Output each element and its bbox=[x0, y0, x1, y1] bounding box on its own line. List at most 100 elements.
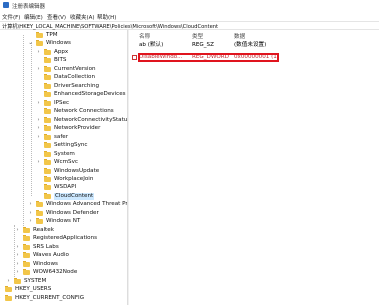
value-type: REG_SZ bbox=[192, 42, 214, 48]
tree-item-label: Appx bbox=[54, 48, 69, 55]
folder-icon bbox=[5, 294, 12, 301]
folder-icon bbox=[44, 74, 51, 81]
tree-item-label: SRS Labs bbox=[33, 243, 59, 250]
tree-item-label: NetworkProvider bbox=[54, 125, 101, 132]
tree-item-label: safer bbox=[54, 133, 69, 140]
folder-icon bbox=[44, 175, 51, 182]
tree-item-label: CloudContent bbox=[54, 192, 95, 200]
folder-icon bbox=[5, 286, 12, 293]
chevron-right-icon[interactable]: › bbox=[36, 117, 41, 124]
folder-icon bbox=[44, 82, 51, 89]
value-row[interactable]: ab (默认) REG_SZ (数值未设置) bbox=[130, 42, 379, 49]
chevron-right-icon[interactable]: › bbox=[36, 159, 41, 166]
values-pane[interactable]: 名称 类型 数据 ab (默认) REG_SZ (数值未设置) DisableW… bbox=[130, 30, 379, 305]
folder-icon bbox=[44, 91, 51, 98]
chevron-right-icon[interactable]: › bbox=[36, 66, 41, 73]
tree-item-label: BITS bbox=[54, 57, 67, 64]
tree-item-label: IPSec bbox=[54, 99, 70, 106]
chevron-right-icon[interactable]: › bbox=[15, 261, 20, 268]
chevron-right-icon[interactable]: › bbox=[28, 218, 33, 225]
chevron-right-icon[interactable]: › bbox=[0, 295, 2, 302]
tree-item-label: WSDAPI bbox=[54, 184, 77, 191]
tree-item-label: System bbox=[54, 150, 75, 157]
folder-icon bbox=[44, 48, 51, 55]
folder-icon bbox=[14, 277, 21, 284]
chevron-right-icon[interactable]: › bbox=[6, 278, 11, 285]
tree-item-label: WOW6432Node bbox=[33, 269, 78, 276]
folder-icon bbox=[44, 125, 51, 132]
chevron-right-icon[interactable]: › bbox=[15, 269, 20, 276]
menu-edit[interactable]: 编辑(E) bbox=[24, 13, 43, 21]
tree-guide-line bbox=[23, 35, 24, 230]
chevron-down-icon[interactable]: ⌄ bbox=[28, 40, 33, 47]
folder-icon bbox=[44, 57, 51, 64]
menu-favorites[interactable]: 收藏夹(A) bbox=[70, 13, 95, 21]
tree-guide-line bbox=[31, 42, 32, 196]
tree-item-label: WcmSvc bbox=[54, 159, 78, 166]
window-title: 注册表编辑器 bbox=[12, 4, 46, 10]
folder-icon bbox=[44, 150, 51, 157]
chevron-right-icon[interactable]: › bbox=[28, 201, 33, 208]
address-path[interactable]: 计算机\HKEY_LOCAL_MACHINE\SOFTWARE\Policies… bbox=[2, 23, 218, 30]
tree-item-label: WorkplaceJoin bbox=[54, 175, 94, 182]
key-tree-pane[interactable]: TPM ⌄ Windows › Appx BITS › CurrentVersion DataC… bbox=[0, 30, 127, 305]
column-header-data[interactable]: 数据 bbox=[234, 32, 245, 40]
folder-icon bbox=[44, 65, 51, 72]
pane-splitter[interactable] bbox=[127, 30, 129, 305]
folder-icon bbox=[36, 218, 43, 225]
tree-item-label: DriverSearching bbox=[54, 82, 100, 89]
tree-item-label: HKEY_USERS bbox=[15, 286, 52, 293]
tree-item-label: RegisteredApplications bbox=[33, 235, 98, 242]
tree-item-label: SYSTEM bbox=[24, 277, 47, 284]
tree-item-label: Realtek bbox=[33, 226, 54, 233]
chevron-right-icon[interactable]: › bbox=[15, 227, 20, 234]
address-bar[interactable]: 计算机\HKEY_LOCAL_MACHINE\SOFTWARE\Policies… bbox=[0, 21, 379, 30]
folder-icon bbox=[23, 235, 30, 242]
folder-icon bbox=[44, 167, 51, 174]
menu-view[interactable]: 查看(V) bbox=[47, 13, 66, 21]
folder-icon bbox=[44, 116, 51, 123]
menu-bar: 文件(F) 编辑(E) 查看(V) 收藏夹(A) 帮助(H) bbox=[0, 12, 379, 21]
column-header-name[interactable]: 名称 bbox=[139, 32, 150, 40]
chevron-right-icon[interactable]: › bbox=[36, 134, 41, 141]
tree-item-label: WindowsUpdate bbox=[54, 167, 100, 174]
folder-icon bbox=[23, 252, 30, 259]
tree-item-label: EnhancedStorageDevices bbox=[54, 91, 126, 98]
folder-icon bbox=[23, 269, 30, 276]
tree-item-label: DataCollection bbox=[54, 74, 96, 81]
folder-icon bbox=[36, 32, 43, 38]
tree-item-label: Windows bbox=[46, 40, 71, 47]
menu-help[interactable]: 帮助(H) bbox=[97, 13, 116, 21]
folder-icon bbox=[44, 99, 51, 106]
tree-item-label: Windows Advanced Threat Prote bbox=[46, 201, 127, 208]
folder-icon bbox=[36, 209, 43, 216]
chevron-right-icon[interactable]: › bbox=[0, 286, 2, 293]
folder-icon bbox=[44, 142, 51, 149]
folder-icon bbox=[44, 184, 51, 191]
highlight-box bbox=[138, 53, 279, 62]
chevron-right-icon[interactable]: › bbox=[36, 49, 41, 56]
folder-icon bbox=[23, 260, 30, 267]
chevron-right-icon[interactable]: › bbox=[36, 125, 41, 132]
tree-item-label: Waves Audio bbox=[33, 252, 69, 259]
tree-item-label: SettingSync bbox=[54, 142, 88, 149]
chevron-right-icon[interactable]: › bbox=[15, 244, 20, 251]
folder-icon bbox=[44, 108, 51, 115]
tree-item-label: Windows Defender bbox=[46, 209, 99, 216]
registry-editor-icon bbox=[3, 2, 9, 8]
chevron-right-icon[interactable]: › bbox=[36, 100, 41, 107]
folder-icon bbox=[44, 159, 51, 166]
tree-item-label: Network Connections bbox=[54, 108, 114, 115]
folder-icon bbox=[36, 201, 43, 208]
folder-icon bbox=[23, 243, 30, 250]
column-header-type[interactable]: 类型 bbox=[192, 32, 203, 40]
tree-item-label: CurrentVersion bbox=[54, 65, 96, 72]
chevron-right-icon[interactable]: › bbox=[15, 252, 20, 259]
title-bar: 注册表编辑器 bbox=[0, 0, 379, 12]
tree-item-label: NetworkConnectivityStatusInc bbox=[54, 116, 127, 123]
value-name: ab (默认) bbox=[139, 42, 164, 48]
menu-file[interactable]: 文件(F) bbox=[2, 13, 20, 21]
chevron-right-icon[interactable]: › bbox=[28, 210, 33, 217]
folder-icon bbox=[23, 226, 30, 233]
tree-item-label: Windows bbox=[33, 260, 58, 267]
